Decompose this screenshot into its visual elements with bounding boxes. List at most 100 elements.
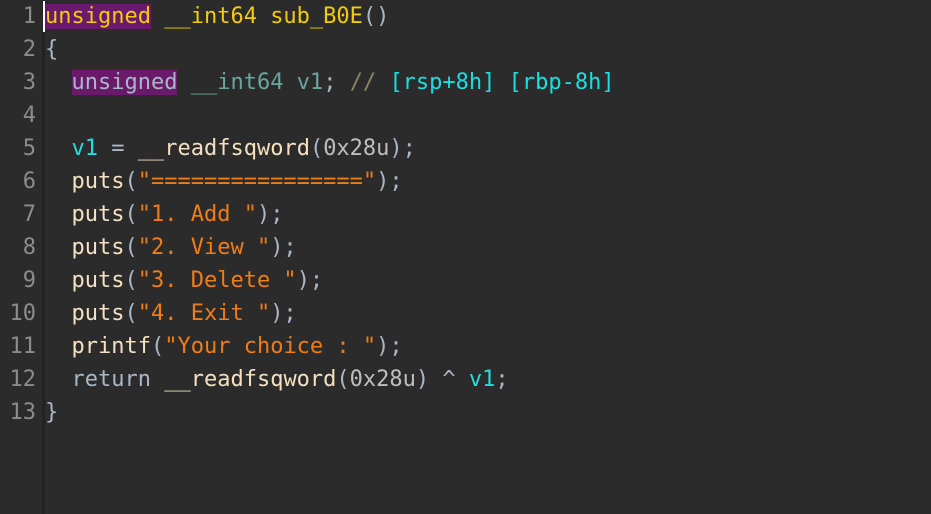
code-token: = — [98, 136, 138, 161]
line-content[interactable]: unsigned __int64 sub_B0E() — [45, 0, 389, 33]
code-token: ( — [124, 235, 138, 260]
line-content[interactable]: puts("1. Add "); — [45, 198, 284, 231]
line-number: 9 — [22, 268, 36, 293]
code-token: "2. View " — [137, 235, 271, 260]
line-number: 6 — [22, 169, 36, 194]
code-token: "4. Exit " — [137, 301, 271, 326]
line-number: 1 — [22, 4, 36, 29]
code-token: { — [45, 37, 59, 62]
code-token: ); — [256, 202, 284, 227]
code-token: puts — [71, 235, 125, 260]
code-token: unsigned — [71, 70, 178, 95]
line-number: 3 — [22, 70, 36, 95]
line-number: 5 — [22, 136, 36, 161]
code-line[interactable]: 3 unsigned __int64 v1; // [rsp+8h] [rbp-… — [0, 66, 931, 99]
decompiler-pseudocode-view[interactable]: 1 unsigned __int64 sub_B0E() 2{3 unsigned … — [0, 0, 931, 514]
code-line[interactable]: 10 puts("4. Exit "); — [0, 297, 931, 330]
line-number: 10 — [9, 301, 37, 326]
code-token: // — [349, 70, 377, 95]
line-number: 11 — [9, 334, 37, 359]
code-token: ( — [124, 268, 138, 293]
code-line[interactable]: 8 puts("2. View "); — [0, 231, 931, 264]
code-token: sub_B0E — [270, 4, 363, 29]
code-token: v1 — [468, 367, 496, 392]
line-content[interactable]: v1 = __readfsqword(0x28u); — [45, 132, 416, 165]
line-number: 4 — [22, 103, 36, 128]
text-cursor — [43, 1, 45, 32]
code-line[interactable]: 6 puts("================"); — [0, 165, 931, 198]
code-token: ); — [270, 235, 297, 260]
code-token: printf — [71, 334, 151, 359]
line-content[interactable]: puts("3. Delete "); — [45, 264, 324, 297]
code-token: ); — [376, 334, 403, 359]
code-token: ( — [309, 136, 324, 161]
code-token: __int64 — [164, 4, 257, 29]
code-token: ); — [296, 268, 324, 293]
code-line[interactable]: 9 puts("3. Delete "); — [0, 264, 931, 297]
code-token: ; — [323, 70, 337, 95]
code-token: v1 — [71, 136, 99, 161]
line-content[interactable]: puts("================"); — [45, 165, 403, 198]
code-line[interactable]: 2{ — [0, 33, 931, 66]
code-line[interactable]: 13} — [0, 396, 931, 429]
line-number: 8 — [22, 235, 36, 260]
code-token: "================" — [137, 169, 377, 194]
code-token: 0x28u — [349, 367, 416, 392]
code-line[interactable]: 1 unsigned __int64 sub_B0E() — [0, 0, 931, 33]
line-content[interactable]: puts("4. Exit "); — [45, 297, 297, 330]
code-token: ( — [124, 169, 138, 194]
code-token: [rsp+8h] [rbp-8h] — [389, 70, 615, 95]
code-line[interactable]: 11 printf("Your choice : "); — [0, 330, 931, 363]
code-token: ); — [376, 169, 403, 194]
code-token: v1 — [296, 70, 324, 95]
code-line[interactable]: 4 — [0, 99, 931, 132]
code-token: puts — [71, 268, 125, 293]
code-token: __readfsqword — [137, 136, 310, 161]
code-token: __readfsqword — [164, 367, 337, 392]
code-token: puts — [71, 169, 125, 194]
code-token: puts — [71, 202, 125, 227]
code-token: "1. Add " — [137, 202, 257, 227]
code-token: 0x28u — [323, 136, 390, 161]
code-token: return — [71, 367, 151, 392]
code-token: ( — [124, 202, 138, 227]
line-content[interactable]: return __readfsqword(0x28u) ^ v1; — [45, 363, 509, 396]
code-token: unsigned — [45, 4, 151, 29]
code-line[interactable]: 12 return __readfsqword(0x28u) ^ v1; — [0, 363, 931, 396]
code-line-list[interactable]: 1 unsigned __int64 sub_B0E() 2{3 unsigned … — [0, 0, 931, 429]
line-number: 2 — [22, 37, 36, 62]
code-token: ( — [150, 334, 165, 359]
code-token: __int64 — [190, 70, 284, 95]
code-token: ( — [336, 367, 350, 392]
line-number: 13 — [9, 400, 37, 425]
code-token: puts — [71, 301, 125, 326]
code-line[interactable]: 5 v1 = __readfsqword(0x28u); — [0, 132, 931, 165]
line-content[interactable]: } — [45, 396, 58, 429]
code-line[interactable]: 7 puts("1. Add "); — [0, 198, 931, 231]
line-number: 7 — [22, 202, 36, 227]
code-token: () — [362, 4, 390, 29]
code-token: ); — [389, 136, 416, 161]
code-token: "3. Delete " — [137, 268, 297, 293]
line-content[interactable]: puts("2. View "); — [45, 231, 297, 264]
code-token: ); — [270, 301, 297, 326]
code-token: ( — [124, 301, 138, 326]
line-content[interactable]: { — [45, 33, 58, 66]
code-token: "Your choice : " — [164, 334, 377, 359]
code-token: } — [45, 400, 59, 425]
code-token: ; — [495, 367, 509, 392]
line-content[interactable]: printf("Your choice : "); — [45, 330, 403, 363]
line-content[interactable]: unsigned __int64 v1; // [rsp+8h] [rbp-8h… — [45, 66, 615, 99]
